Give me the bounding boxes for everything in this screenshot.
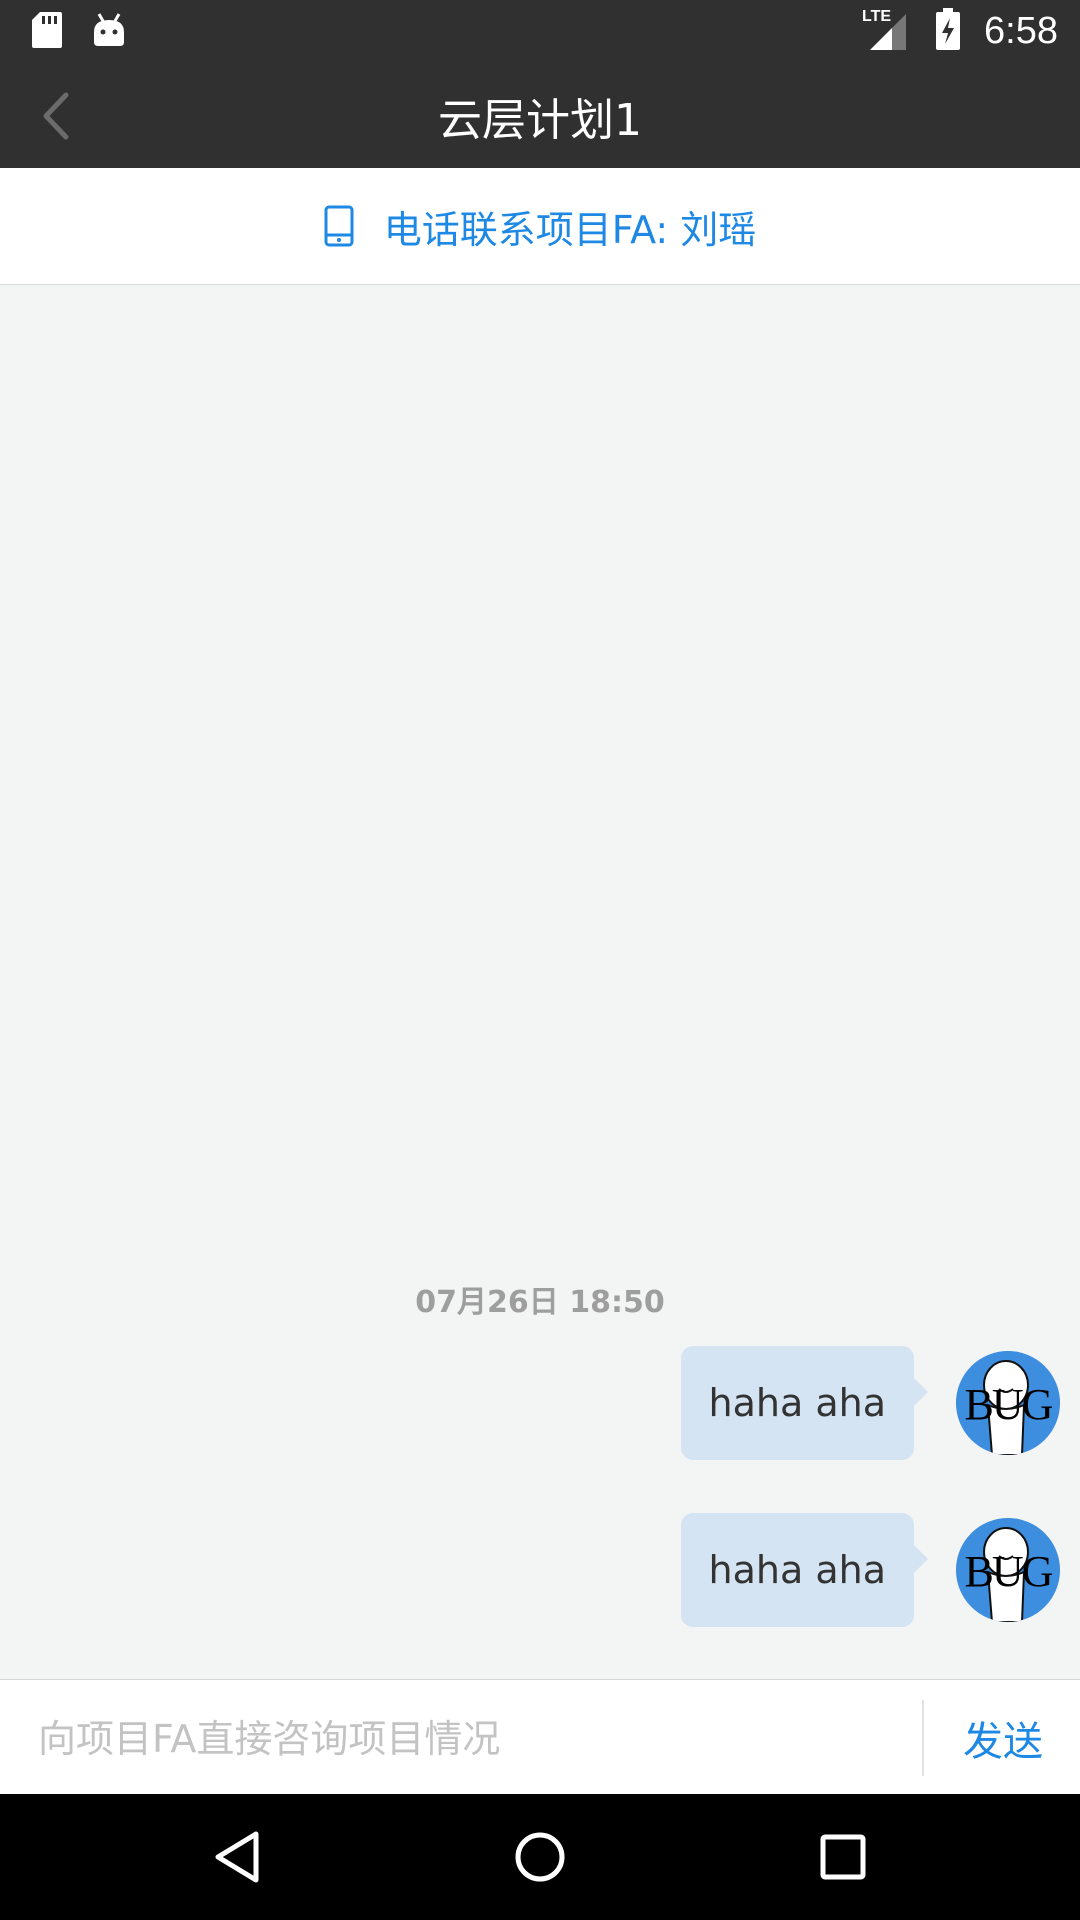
avatar-text: BUG bbox=[964, 1380, 1054, 1429]
message-bubble[interactable]: haha aha bbox=[680, 1513, 914, 1627]
navigation-bar bbox=[0, 1794, 1080, 1920]
avatar[interactable]: BUG bbox=[956, 1518, 1060, 1622]
message-timestamp: 07月26日 18:50 bbox=[415, 1285, 665, 1320]
message-input[interactable] bbox=[36, 1680, 900, 1797]
nav-back-button[interactable] bbox=[202, 1822, 272, 1892]
page-title: 云层计划1 bbox=[438, 94, 642, 146]
chat-area[interactable]: 07月26日 18:50 haha aha BUG haha aha BUG bbox=[0, 285, 1080, 1679]
bubble-tail bbox=[914, 1378, 928, 1406]
battery-charging-icon bbox=[934, 8, 962, 54]
screen: LTE 6:58 云层计划1 电话联系项目FA: 刘瑶 07月26日 18:50… bbox=[0, 0, 1080, 1920]
nav-recents-button[interactable] bbox=[808, 1822, 878, 1892]
bubble-tail bbox=[914, 1545, 928, 1573]
message-row: haha aha BUG bbox=[680, 1512, 1060, 1628]
avatar[interactable]: BUG bbox=[956, 1351, 1060, 1455]
message-row: haha aha BUG bbox=[680, 1345, 1060, 1461]
phone-icon bbox=[324, 205, 354, 247]
app-bar: 云层计划1 bbox=[0, 63, 1080, 168]
square-recents-icon bbox=[820, 1834, 866, 1880]
triangle-back-icon bbox=[215, 1831, 259, 1883]
nav-home-button[interactable] bbox=[505, 1822, 575, 1892]
divider bbox=[922, 1700, 924, 1776]
status-bar: LTE 6:58 bbox=[0, 0, 1080, 63]
input-bar: 发送 bbox=[0, 1679, 1080, 1797]
contact-fa-button[interactable]: 电话联系项目FA: 刘瑶 bbox=[0, 168, 1080, 285]
circle-home-icon bbox=[515, 1832, 565, 1882]
avatar-text: BUG bbox=[964, 1547, 1054, 1596]
contact-label: 电话联系项目FA: 刘瑶 bbox=[383, 207, 757, 252]
sd-card-icon bbox=[32, 12, 62, 52]
send-button[interactable]: 发送 bbox=[926, 1680, 1080, 1795]
signal-icon: LTE bbox=[862, 6, 912, 56]
clock: 6:58 bbox=[984, 9, 1058, 52]
message-bubble[interactable]: haha aha bbox=[680, 1346, 914, 1460]
android-icon bbox=[92, 12, 126, 52]
